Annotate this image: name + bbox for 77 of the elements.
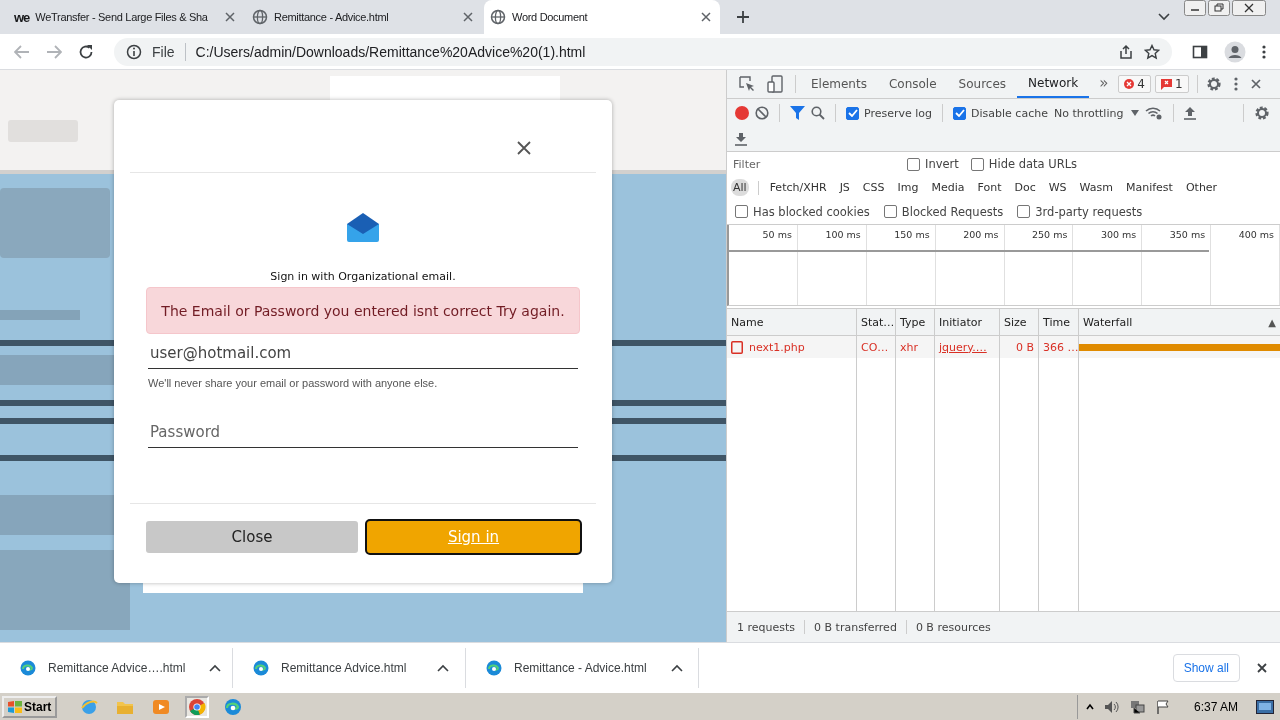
tick-label: 150 ms (894, 229, 930, 240)
tick-label: 100 ms (825, 229, 861, 240)
error-alert: The Email or Password you entered isnt correct Try again. (146, 287, 580, 334)
type-filter[interactable]: Fetch/XHR (767, 179, 829, 196)
file-name: Remittance Advice….html (48, 660, 186, 675)
type-filter[interactable]: Doc (1012, 179, 1038, 196)
help-text: We'll never share your email or password with anyone else. (148, 377, 439, 389)
scheme-label: File (152, 43, 175, 60)
dialog-heading: Sign in with Organizational email. (269, 270, 457, 283)
column-header[interactable]: Type (900, 315, 926, 329)
checkbox-label: 3rd-party requests (1035, 204, 1143, 219)
file-name: Remittance Advice.html (281, 660, 407, 675)
address-field[interactable]: File C:/Users/admin/Downloads/Remittance%20Advice%20(1).html (114, 37, 1172, 66)
checkbox-label: Disable cache (971, 106, 1048, 120)
type-filter[interactable]: Font (975, 179, 1004, 196)
checkbox-label: Blocked Requests (901, 204, 1004, 219)
type-filter[interactable]: CSS (860, 179, 887, 196)
table-cell: 366 … (1043, 340, 1078, 354)
type-filter[interactable]: JS (837, 179, 852, 196)
tick-label: 350 ms (1169, 229, 1206, 240)
checkbox-label: Invert (925, 157, 959, 171)
browser-tab[interactable]: Word Document (484, 0, 720, 34)
tick-label: 400 ms (1238, 229, 1274, 240)
error-count[interactable]: 4 (1118, 75, 1151, 93)
file-name: Remittance - Advice.html (514, 660, 647, 675)
table-cell[interactable]: next1.php (749, 340, 805, 354)
tick-label: 250 ms (1032, 229, 1068, 240)
download-item[interactable]: Remittance - Advice.html (466, 647, 699, 688)
devtools-tab[interactable]: Sources (947, 70, 1018, 98)
select-value: No throttling (1053, 106, 1124, 120)
type-filter[interactable]: Img (895, 179, 921, 196)
type-filter[interactable]: Media (929, 179, 967, 196)
show-all-button[interactable]: Show all (1172, 653, 1240, 682)
table-cell: xhr (900, 340, 918, 354)
devtools-tab[interactable]: Console (877, 70, 948, 98)
close-button[interactable]: Close (146, 521, 358, 553)
url-text: C:/Users/admin/Downloads/Remittance%20Advice%20(1).html (195, 43, 586, 60)
devtools-tab[interactable]: Elements (800, 70, 878, 98)
column-header[interactable]: Size (1004, 315, 1027, 329)
tick-label: 50 ms (762, 229, 792, 240)
summary-text: 0 B transferred (814, 620, 897, 634)
column-header[interactable]: Stat… (861, 315, 895, 329)
type-filter[interactable]: All (731, 179, 749, 196)
site-logo: we (14, 9, 30, 25)
checkbox-label: Has blocked cookies (753, 204, 870, 219)
summary-text: 0 B resources (915, 620, 991, 634)
count-text: 1 (1175, 77, 1183, 91)
column-header[interactable]: Waterfall (1083, 315, 1133, 329)
checkbox-label: Preserve log (864, 106, 933, 120)
type-filter[interactable]: WS (1046, 179, 1069, 196)
download-item[interactable]: Remittance Advice….html (0, 647, 233, 688)
browser-tab[interactable]: Remittance - Advice.html (246, 0, 482, 34)
clock-text[interactable]: 6:37 AM (1193, 699, 1238, 714)
table-cell: CO… (861, 340, 889, 354)
summary-text: 1 requests (737, 620, 796, 634)
tab-title: WeTransfer - Send Large Files & Sha (35, 11, 209, 23)
table-cell: 0 B (1015, 340, 1034, 354)
tab-title: Word Document (512, 11, 589, 23)
type-filter[interactable]: Manifest (1123, 179, 1175, 196)
sort-indicator[interactable]: ▲ (1268, 316, 1276, 328)
checkbox-label: Hide data URLs (988, 157, 1078, 171)
initiator-link[interactable]: jquery.… (939, 340, 987, 354)
start-button[interactable]: Start (2, 695, 58, 718)
column-header[interactable]: Name (731, 315, 764, 329)
tab-title: Remittance - Advice.html (274, 11, 390, 23)
browser-tab[interactable]: we WeTransfer - Send Large Files & Sha (8, 0, 244, 34)
column-header[interactable]: Time (1043, 315, 1070, 329)
count-text: 4 (1137, 77, 1145, 91)
type-filter[interactable]: Other (1183, 179, 1220, 196)
type-filter[interactable]: Wasm (1077, 179, 1115, 196)
issue-count[interactable]: 1 (1155, 75, 1189, 93)
tick-label: 300 ms (1100, 229, 1137, 240)
tick-label: 200 ms (963, 229, 999, 240)
column-header[interactable]: Initiator (939, 315, 982, 329)
download-item[interactable]: Remittance Advice.html (233, 647, 466, 688)
more-tabs-button[interactable]: » (1089, 74, 1119, 94)
throttling-select[interactable]: No throttling (1053, 106, 1140, 120)
